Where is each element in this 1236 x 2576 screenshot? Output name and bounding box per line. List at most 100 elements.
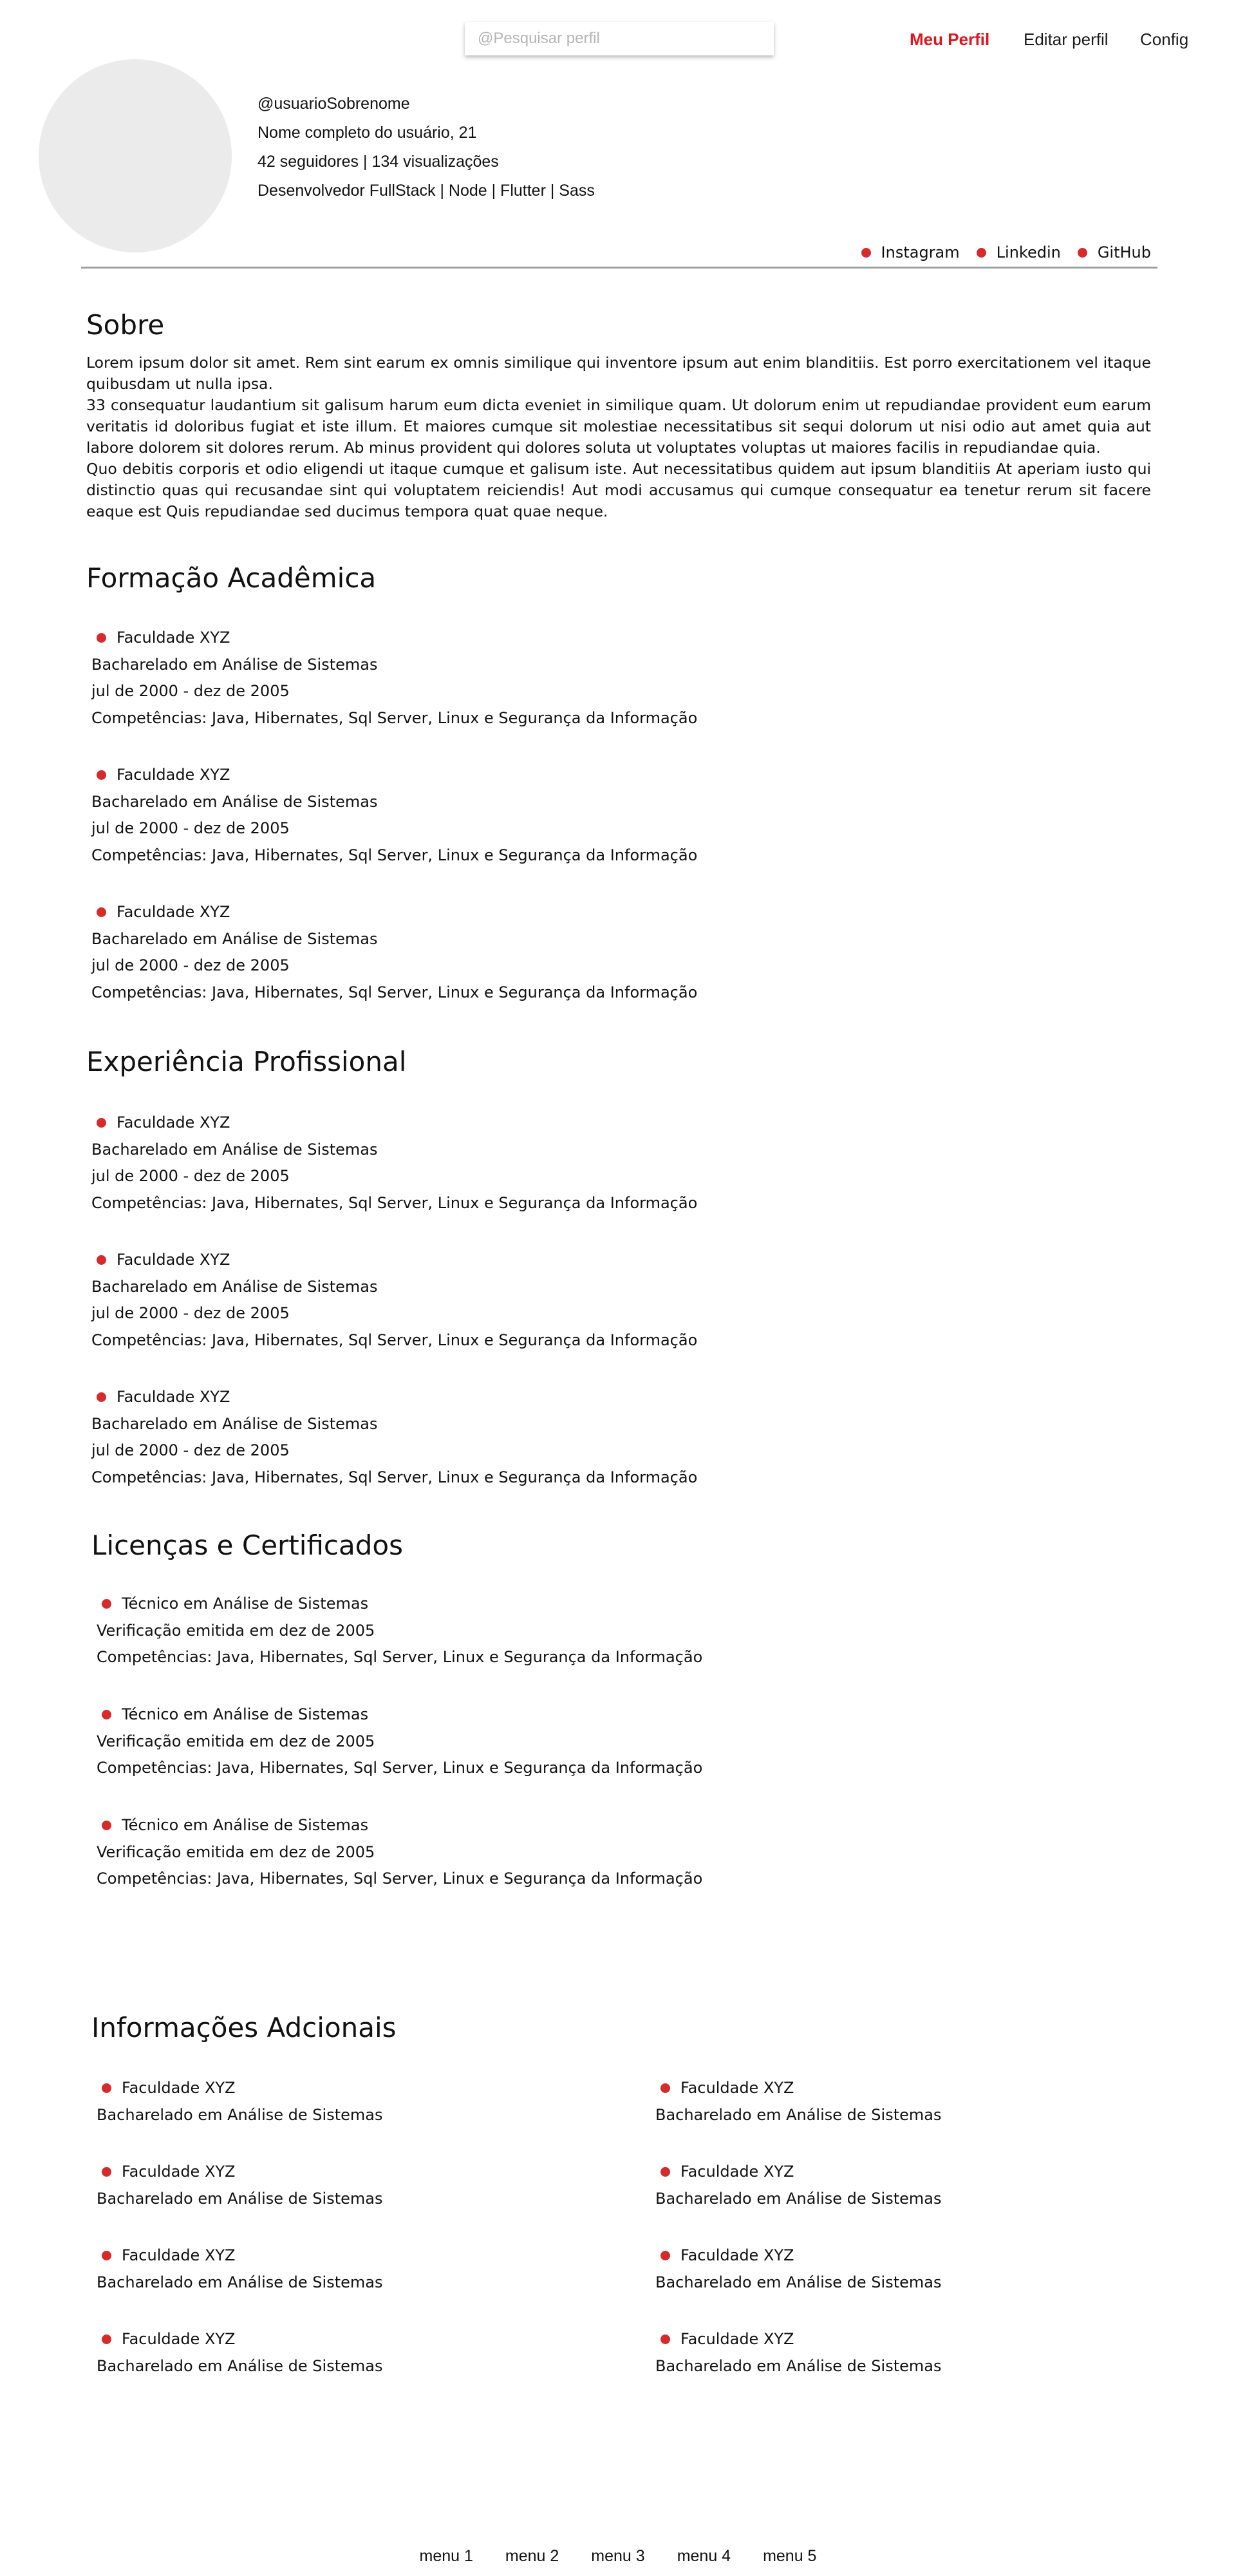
search-input[interactable] [478,22,774,55]
social-label: Linkedin [996,243,1061,261]
certificate-skills: Competências: Java, Hibernates, Sql Serv… [97,1648,703,1666]
bullet-icon [976,247,986,258]
additional-institution: Faculdade XYZ [122,2330,236,2348]
additional-institution: Faculdade XYZ [122,2246,236,2264]
about-paragraph: Lorem ipsum dolor sit amet. Rem sint ear… [86,354,1151,393]
education-period: jul de 2000 - dez de 2005 [91,956,290,974]
certificate-item: Técnico em Análise de Sistemas Verificaç… [97,1591,702,1671]
bullet-icon [97,633,106,643]
additional-degree: Bacharelado em Análise de Sistemas [97,2189,383,2208]
nav-edit-profile[interactable]: Editar perfil [1024,30,1109,53]
footer-menu-item-1[interactable]: menu 1 [420,2547,473,2566]
education-item: Faculdade XYZ Bacharelado em Análise de … [91,762,697,869]
education-period: jul de 2000 - dez de 2005 [91,682,290,700]
experience-item: Faculdade XYZ Bacharelado em Análise de … [91,1110,697,1217]
additional-institution: Faculdade XYZ [122,2079,236,2097]
experience-degree: Bacharelado em Análise de Sistemas [91,1414,378,1433]
education-institution: Faculdade XYZ [117,766,230,784]
social-link-github[interactable]: GitHub [1077,243,1151,261]
education-institution: Faculdade XYZ [117,903,230,921]
experience-period: jul de 2000 - dez de 2005 [91,1167,290,1185]
experience-item: Faculdade XYZ Bacharelado em Análise de … [91,1384,697,1491]
experience-skills: Competências: Java, Hibernates, Sql Serv… [91,1193,698,1212]
education-skills: Competências: Java, Hibernates, Sql Serv… [91,983,698,1001]
additional-degree: Bacharelado em Análise de Sistemas [97,2356,383,2375]
social-link-instagram[interactable]: Instagram [861,243,960,261]
experience-title: Experiência Profissional [86,1046,407,1077]
about-paragraph: Quo debitis corporis et odio eligendi ut… [86,460,1151,520]
certificate-issued: Verificação emitida em dez de 2005 [97,1621,375,1640]
header-divider [81,267,1157,269]
additional-institution: Faculdade XYZ [680,2163,794,2181]
profile-stack: Desenvolvedor FullStack | Node | Flutter… [258,182,595,200]
additional-degree: Bacharelado em Análise de Sistemas [97,2105,383,2124]
education-degree: Bacharelado em Análise de Sistemas [91,655,378,674]
additional-institution: Faculdade XYZ [680,2079,794,2097]
bullet-icon [660,2251,670,2261]
education-skills: Competências: Java, Hibernates, Sql Serv… [91,708,698,727]
additional-item: Faculdade XYZ Bacharelado em Análise de … [97,2075,382,2128]
education-title: Formação Acadêmica [86,562,377,594]
bullet-icon [102,1821,111,1831]
additional-institution: Faculdade XYZ [122,2163,236,2181]
search-box[interactable] [465,22,774,55]
about-title: Sobre [86,309,165,341]
bullet-icon [1077,247,1087,258]
footer-menu-item-3[interactable]: menu 3 [591,2547,644,2566]
additional-info-title: Informações Adcionais [91,2012,397,2043]
additional-degree: Bacharelado em Análise de Sistemas [97,2273,383,2291]
experience-institution: Faculdade XYZ [117,1388,230,1406]
footer-menu-item-4[interactable]: menu 4 [677,2547,731,2566]
social-links: Instagram Linkedin GitHub [861,243,1151,261]
education-period: jul de 2000 - dez de 2005 [91,819,290,837]
additional-item: Faculdade XYZ Bacharelado em Análise de … [97,2159,382,2212]
about-paragraph: 33 consequatur laudantium sit galisum ha… [86,396,1151,457]
certificates-title: Licenças e Certificados [91,1530,403,1561]
bullet-icon [97,1118,106,1128]
additional-institution: Faculdade XYZ [680,2330,794,2348]
additional-item: Faculdade XYZ Bacharelado em Análise de … [655,2159,941,2212]
experience-skills: Competências: Java, Hibernates, Sql Serv… [91,1468,698,1486]
certificate-item: Técnico em Análise de Sistemas Verificaç… [97,1812,702,1893]
bullet-icon [102,1710,111,1720]
footer-menu-item-5[interactable]: menu 5 [763,2547,816,2566]
additional-degree: Bacharelado em Análise de Sistemas [655,2189,942,2208]
certificate-name: Técnico em Análise de Sistemas [122,1816,369,1834]
footer-menu-item-2[interactable]: menu 2 [505,2547,559,2566]
education-institution: Faculdade XYZ [117,629,230,647]
certificate-issued: Verificação emitida em dez de 2005 [97,1732,375,1750]
additional-item: Faculdade XYZ Bacharelado em Análise de … [97,2242,382,2296]
bullet-icon [660,2167,670,2177]
additional-degree: Bacharelado em Análise de Sistemas [655,2273,942,2291]
bullet-icon [97,1255,106,1265]
experience-degree: Bacharelado em Análise de Sistemas [91,1140,378,1159]
education-item: Faculdade XYZ Bacharelado em Análise de … [91,899,697,1006]
bullet-icon [102,2083,111,2094]
bullet-icon [861,247,871,258]
experience-institution: Faculdade XYZ [117,1113,230,1132]
certificate-skills: Competências: Java, Hibernates, Sql Serv… [97,1870,703,1888]
bullet-icon [102,2167,111,2177]
additional-item: Faculdade XYZ Bacharelado em Análise de … [655,2075,941,2128]
footer-menu: menu 1 menu 2 menu 3 menu 4 menu 5 [0,2547,1236,2566]
bullet-icon [102,1599,111,1609]
certificate-name: Técnico em Análise de Sistemas [122,1595,369,1613]
nav-my-profile[interactable]: Meu Perfil [910,30,989,53]
bullet-icon [102,2334,111,2345]
profile-username: @usuarioSobrenome [258,95,410,113]
avatar [39,59,232,252]
nav-config[interactable]: Config [1140,30,1188,53]
certificate-item: Técnico em Análise de Sistemas Verificaç… [97,1701,702,1782]
education-degree: Bacharelado em Análise de Sistemas [91,929,378,948]
profile-stats: 42 seguidores | 134 visualizações [258,153,499,171]
additional-degree: Bacharelado em Análise de Sistemas [655,2356,942,2375]
profile-name-age: Nome completo do usuário, 21 [258,124,477,142]
experience-degree: Bacharelado em Análise de Sistemas [91,1277,378,1296]
experience-period: jul de 2000 - dez de 2005 [91,1441,290,1459]
experience-institution: Faculdade XYZ [117,1251,230,1269]
certificate-skills: Competências: Java, Hibernates, Sql Serv… [97,1759,703,1777]
social-link-linkedin[interactable]: Linkedin [976,243,1061,261]
education-item: Faculdade XYZ Bacharelado em Análise de … [91,625,697,732]
bullet-icon [660,2083,670,2094]
social-label: GitHub [1097,243,1151,261]
